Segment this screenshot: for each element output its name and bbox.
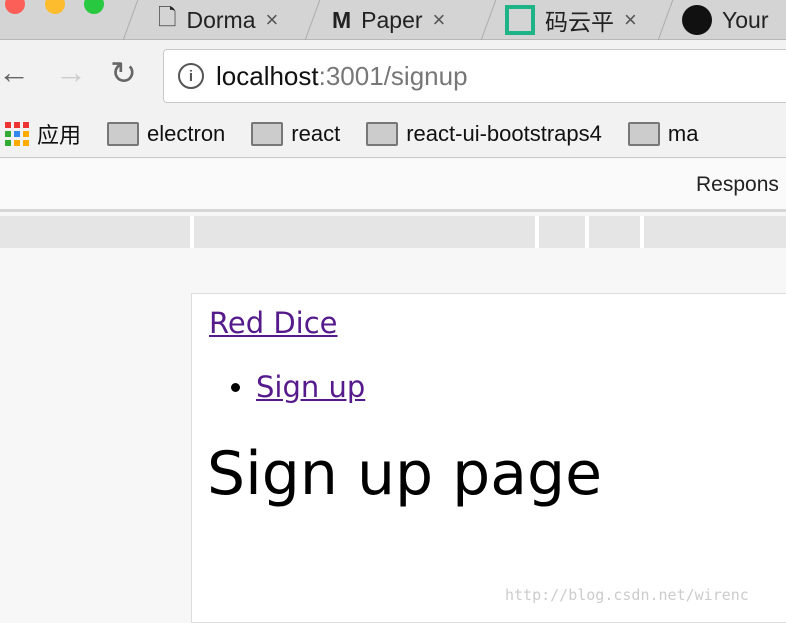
nav-list: Sign up bbox=[256, 370, 365, 404]
forward-icon[interactable]: → bbox=[55, 54, 87, 91]
nav-item: Sign up bbox=[256, 370, 365, 404]
url-path: :3001/signup bbox=[318, 60, 468, 91]
signup-link[interactable]: Sign up bbox=[256, 370, 365, 404]
media-query-ruler bbox=[0, 216, 786, 248]
folder-icon bbox=[107, 121, 140, 146]
minimize-window-button[interactable] bbox=[45, 0, 65, 14]
bookmark-apps[interactable]: 应用 bbox=[0, 118, 81, 150]
bookmark-label: electron bbox=[147, 120, 226, 146]
tab-github[interactable]: Your bbox=[682, 0, 768, 40]
tab-title: 码云平 bbox=[545, 9, 614, 35]
close-tab-icon[interactable]: × bbox=[433, 7, 446, 33]
device-toolbar: Respons bbox=[0, 159, 786, 212]
brand-link[interactable]: Red Dice bbox=[209, 306, 338, 340]
info-icon[interactable]: i bbox=[178, 63, 204, 89]
close-tab-icon[interactable]: × bbox=[266, 7, 279, 33]
bookmark-label: react bbox=[291, 120, 341, 146]
tab-title: Paper bbox=[361, 6, 423, 33]
bookmark-electron[interactable]: electron bbox=[107, 121, 225, 147]
material-ui-icon: M bbox=[332, 6, 352, 33]
tab-dorma[interactable]: 🗋 Dorma × bbox=[158, 0, 278, 40]
reload-icon[interactable]: ↻ bbox=[110, 54, 137, 92]
watermark: http://blog.csdn.net/wirenc bbox=[505, 586, 749, 604]
close-tab-icon[interactable]: × bbox=[624, 7, 637, 33]
gitee-icon bbox=[505, 5, 535, 35]
back-icon[interactable]: ← bbox=[0, 54, 30, 91]
bookmark-label: ma bbox=[667, 120, 699, 146]
bookmark-react-ui-bootstraps4[interactable]: react-ui-bootstraps4 bbox=[366, 121, 602, 147]
maximize-window-button[interactable] bbox=[84, 0, 104, 14]
document-icon: 🗋 bbox=[158, 3, 177, 30]
folder-icon bbox=[627, 121, 660, 146]
github-icon bbox=[682, 5, 712, 35]
bookmark-react[interactable]: react bbox=[251, 121, 340, 147]
url-host: localhost bbox=[216, 60, 319, 91]
bookmark-label: 应用 bbox=[37, 122, 82, 148]
bookmark-label: react-ui-bootstraps4 bbox=[406, 120, 602, 146]
tab-gitee[interactable]: 码云平 × bbox=[505, 0, 637, 40]
device-mode-select[interactable]: Respons bbox=[696, 173, 779, 197]
tab-paper[interactable]: M Paper × bbox=[332, 0, 445, 40]
bookmark-ma[interactable]: ma bbox=[627, 120, 699, 147]
tab-strip: 🗋 Dorma × M Paper × 码云平 × Your bbox=[0, 0, 786, 40]
bookmarks-bar: 应用 electron react react-ui-bootstraps4 m… bbox=[0, 110, 786, 158]
page-title: Sign up page bbox=[207, 439, 602, 509]
close-window-button[interactable] bbox=[5, 0, 25, 14]
address-bar[interactable]: i localhost:3001/signup bbox=[163, 49, 786, 103]
folder-icon bbox=[251, 121, 284, 146]
folder-icon bbox=[366, 121, 399, 146]
apps-grid-icon bbox=[5, 121, 29, 146]
tab-title: Dorma bbox=[186, 6, 256, 33]
page-viewport: Red Dice Sign up Sign up page bbox=[191, 293, 786, 623]
tab-title: Your bbox=[722, 6, 769, 33]
